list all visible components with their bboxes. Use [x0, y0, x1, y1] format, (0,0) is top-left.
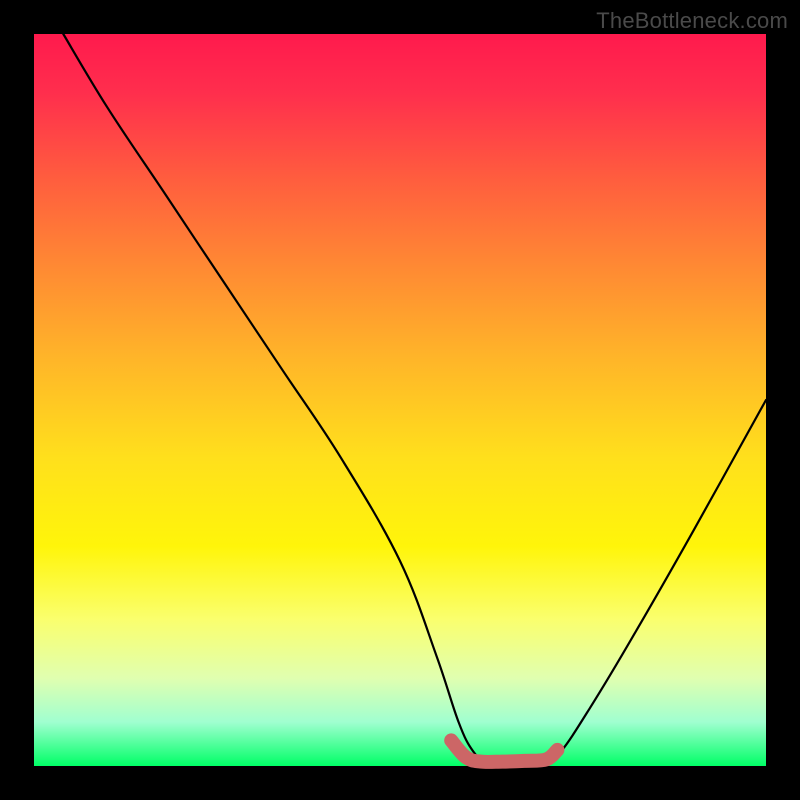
plot-area — [34, 34, 766, 766]
watermark-text: TheBottleneck.com — [596, 8, 788, 34]
chart-svg — [34, 34, 766, 766]
chart-container: TheBottleneck.com — [0, 0, 800, 800]
bottleneck-curve — [63, 34, 766, 763]
